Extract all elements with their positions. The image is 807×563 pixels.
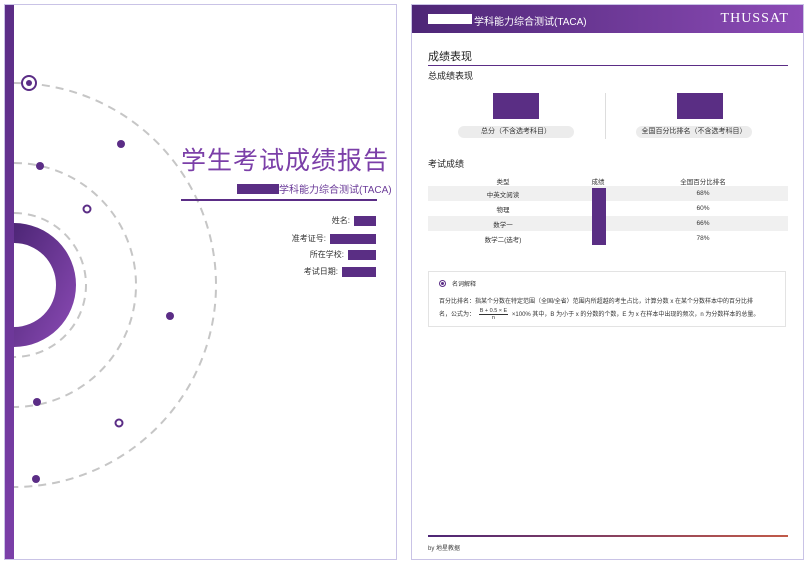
- brand-logo: THUSSAT: [720, 11, 789, 26]
- table-row: 数学一 66%: [428, 216, 788, 231]
- redacted-scores: [592, 188, 606, 245]
- glossary-title: 名词解释: [452, 282, 477, 288]
- redacted-block: [428, 14, 472, 24]
- formula-prefix: 名，公式为：: [439, 312, 476, 319]
- radio-icon: [439, 280, 446, 287]
- col-percentile: 全国百分比排名: [680, 178, 726, 186]
- table-row: 物理 60%: [428, 201, 788, 216]
- percentile-cell: 78%: [696, 235, 710, 242]
- glossary-line-1: 百分比排名：指某个分数在特定范围（全国/全省）范围内所超越的考生占比，计算分数 …: [439, 299, 754, 305]
- col-type: 类型: [496, 178, 510, 186]
- footer-text: by 地星教据: [428, 546, 461, 552]
- date-field: 考试日期:: [304, 266, 376, 277]
- exam-title: 考试成绩: [428, 159, 465, 169]
- percentile-cell: 68%: [618, 186, 788, 201]
- formula-suffix: ×100% 其中，B 为小于 x 的分数的个数，E 为 x 在样本中出现的频次，…: [511, 312, 760, 319]
- redacted-block: [237, 183, 279, 194]
- footer-divider: [428, 535, 788, 537]
- redacted-block: [348, 249, 376, 260]
- col-score: 成绩: [591, 178, 605, 186]
- table-row: 中英文阅读 68%: [428, 186, 788, 201]
- subject-cell: 数学一: [428, 216, 578, 231]
- ticket-label: 准考证号:: [291, 234, 326, 243]
- name-label: 姓名:: [331, 216, 350, 225]
- redacted-block: [342, 266, 376, 277]
- date-label: 考试日期:: [303, 267, 338, 276]
- section-divider: [428, 65, 788, 66]
- table-row: 数学二(选考) 78%: [428, 231, 788, 246]
- percentile-cell: 66%: [618, 216, 788, 231]
- school-label: 所在学校:: [309, 250, 344, 259]
- cover-orbit-graphic: [13, 75, 217, 488]
- glossary-box: 名词解释 百分比排名：指某个分数在特定范围（全国/全省）范围内所超越的考生占比，…: [428, 271, 786, 327]
- redacted-block: [330, 233, 376, 244]
- glossary-line-2: 名，公式为： B + 0.5 × E n ×100% 其中，B 为小于 x 的分…: [439, 308, 759, 321]
- section-title: 成绩表现: [428, 51, 472, 63]
- percentile-cell: 60%: [696, 205, 710, 212]
- cover-subtitle: 学科能力综合测试(TACA): [237, 181, 392, 196]
- cover-divider: [181, 199, 377, 201]
- cover-title: 学生考试成绩报告: [181, 147, 390, 175]
- formula-numerator: B + 0.5 × E: [478, 308, 509, 315]
- total-score-label: 总分（不含选考科目）: [458, 126, 574, 138]
- glossary-head: 名词解释: [439, 279, 476, 288]
- ticket-field: 准考证号:: [292, 233, 376, 244]
- rank-score-block: [677, 93, 723, 119]
- school-field: 所在学校:: [310, 249, 376, 260]
- report-header: 学科能力综合测试(TACA) THUSSAT: [412, 5, 803, 33]
- subject-cell: 数学二(选考): [484, 236, 522, 244]
- report-page: 学科能力综合测试(TACA) THUSSAT 成绩表现 总成绩表现 总分（不含选…: [411, 4, 804, 560]
- formula-denominator: n: [491, 315, 495, 321]
- name-field: 姓名:: [332, 215, 376, 226]
- subject-cell: 中英文阅读: [428, 186, 578, 201]
- header-title: 学科能力综合测试(TACA): [474, 17, 587, 28]
- redacted-block: [354, 215, 376, 226]
- formula-fraction: B + 0.5 × E n: [478, 308, 509, 321]
- subject-cell: 物理: [496, 206, 510, 214]
- cover-page: 学生考试成绩报告 学科能力综合测试(TACA) 姓名: 准考证号: 所在学校: …: [4, 4, 397, 560]
- table-header-row: 类型 成绩 全国百分比排名: [428, 175, 788, 186]
- total-score-block: [493, 93, 539, 119]
- divider: [605, 93, 606, 139]
- cover-subtitle-text: 学科能力综合测试(TACA): [279, 185, 392, 196]
- overall-title: 总成绩表现: [428, 71, 474, 81]
- rank-score-label: 全国百分比排名（不含选考科目）: [636, 126, 752, 138]
- score-table: 类型 成绩 全国百分比排名 中英文阅读 68% 物理 60% 数学一 66% 数…: [428, 175, 788, 246]
